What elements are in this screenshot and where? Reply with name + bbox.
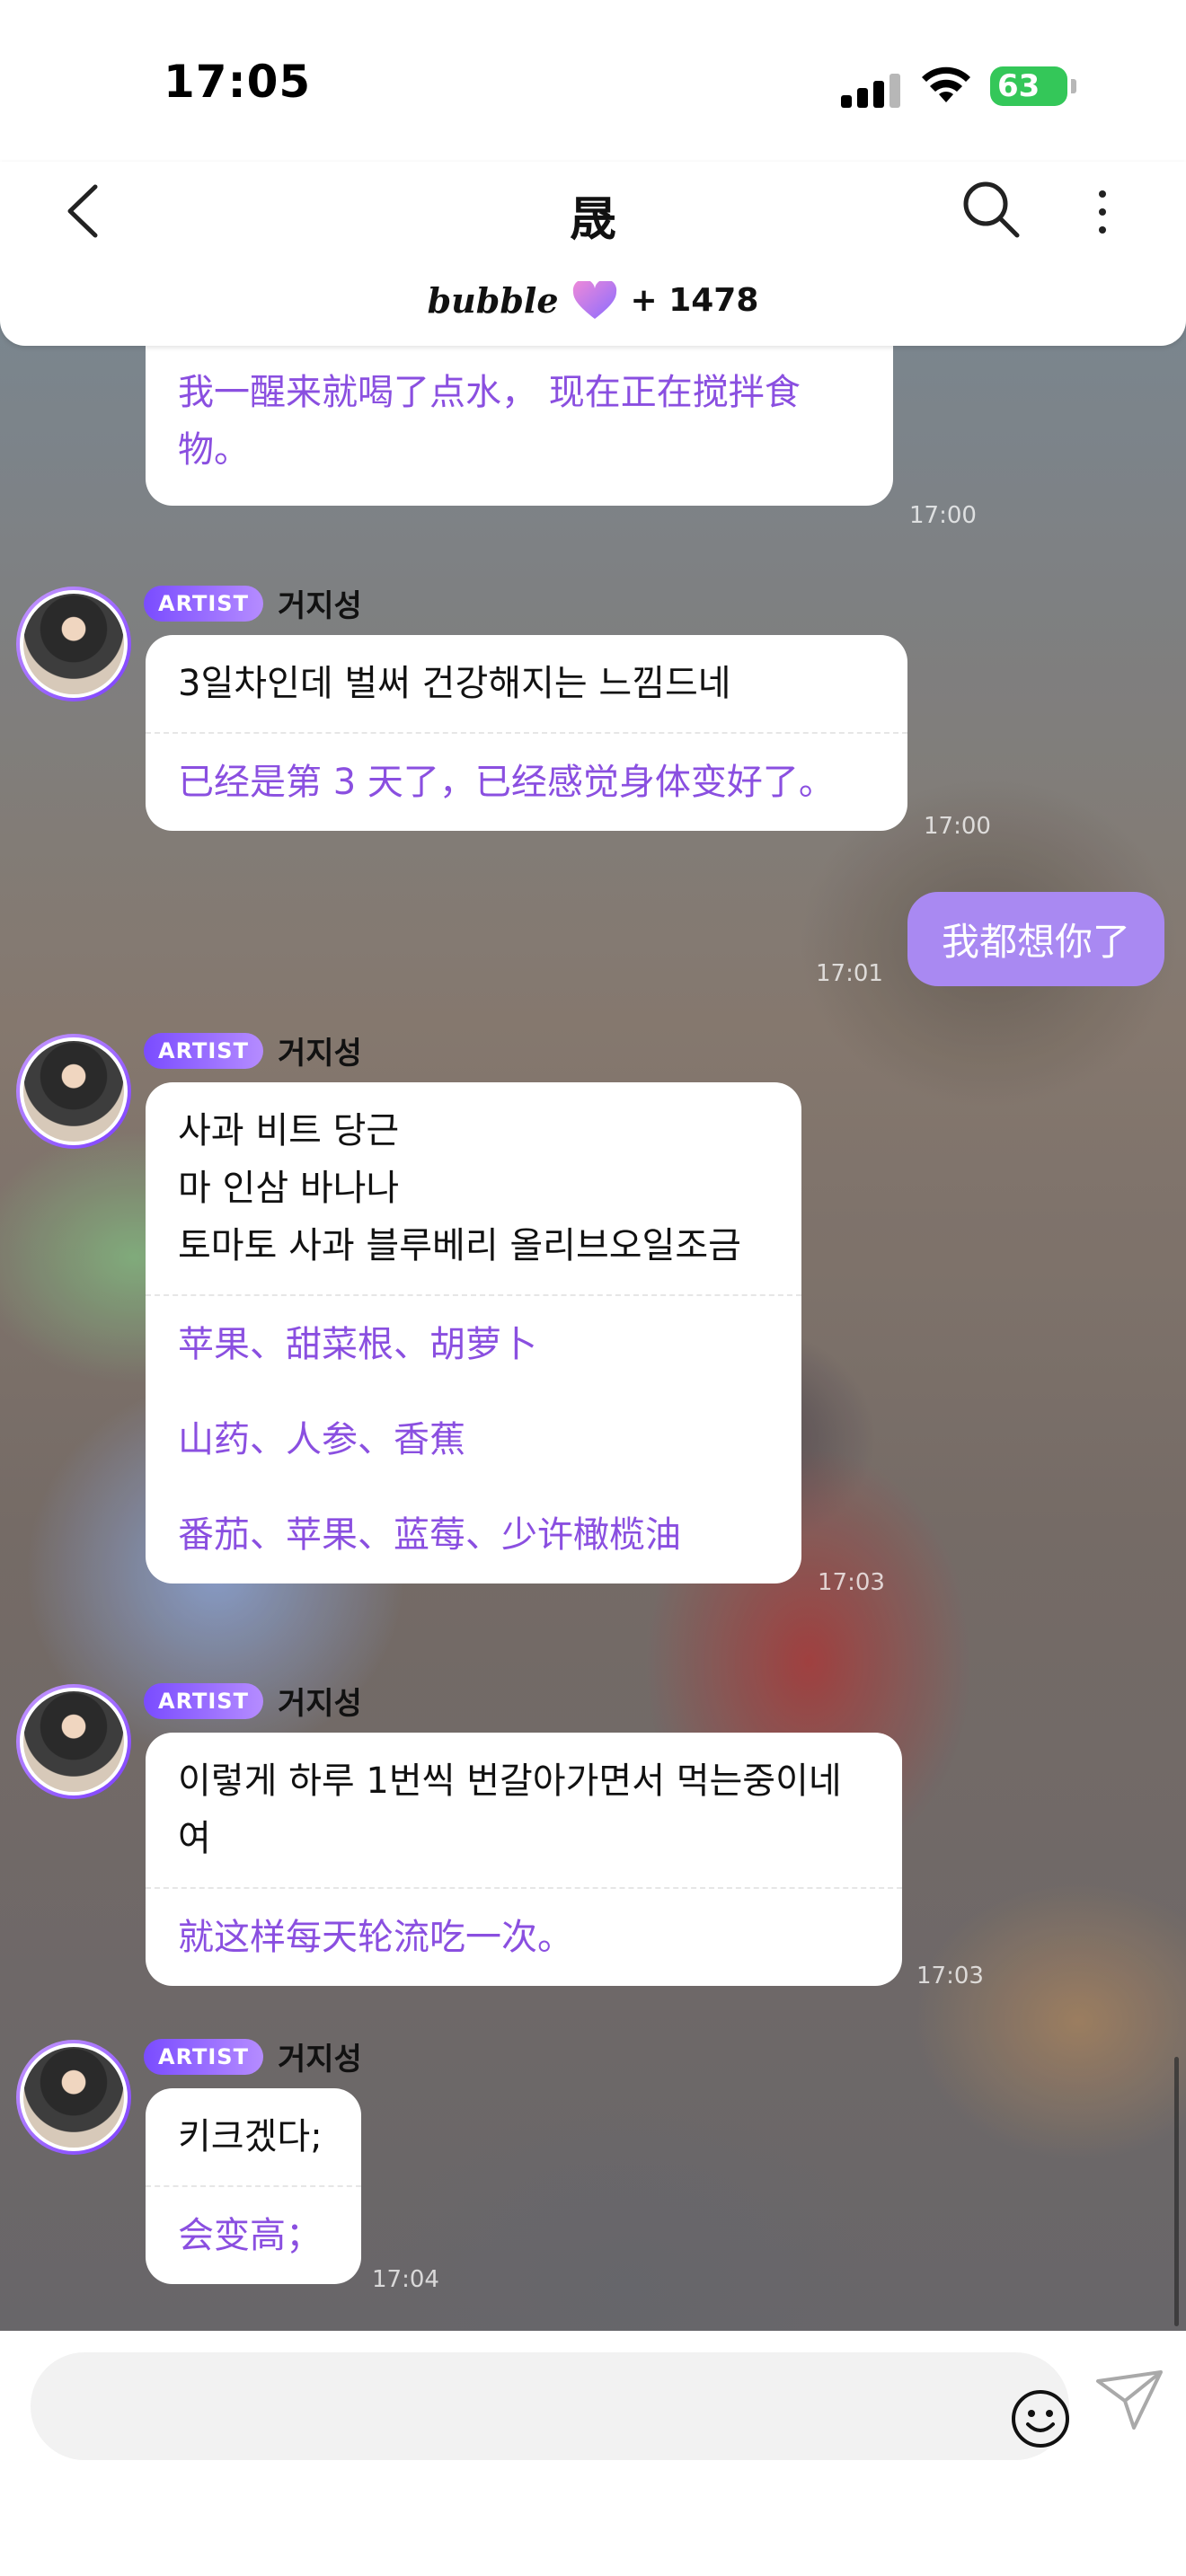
- message-list[interactable]: 我一醒来就喝了点水， 现在正在搅拌食物。 17:00 ARTIST 거지성 3일…: [0, 346, 1186, 2331]
- artist-avatar[interactable]: [16, 2040, 131, 2155]
- message-korean: 이렇게 하루 1번씩 번갈아가면서 먹는중이네여: [178, 1760, 842, 1859]
- more-vertical-icon[interactable]: [1075, 178, 1128, 241]
- subscriber-count: + 1478: [630, 282, 759, 319]
- my-message-bubble[interactable]: 我都想你了: [907, 892, 1164, 986]
- translation-text: 我一醒来就喝了点水， 现在正在搅拌食物。: [178, 372, 801, 471]
- artist-name: 거지성: [277, 1686, 362, 1722]
- message-time: 17:00: [909, 502, 977, 529]
- message-input-bar: [0, 2331, 1186, 2576]
- search-icon[interactable]: [960, 178, 1022, 241]
- artist-avatar[interactable]: [16, 1034, 131, 1149]
- cellular-signal-icon: [841, 72, 900, 108]
- artist-name: 거지성: [277, 1036, 362, 1072]
- artist-badge: ARTIST: [144, 2038, 263, 2075]
- artist-name: 거지성: [277, 588, 362, 624]
- artist-name-row: ARTIST 거지성: [144, 1028, 362, 1072]
- artist-message-bubble[interactable]: 我一醒来就喝了点水， 现在正在搅拌食物。: [146, 346, 893, 506]
- message-input[interactable]: [31, 2352, 1069, 2460]
- translation-line: 山药、人参、香蕉: [178, 1419, 465, 1460]
- message-time: 17:01: [816, 960, 883, 987]
- artist-name-row: ARTIST 거지성: [144, 2034, 362, 2078]
- status-time: 17:05: [164, 56, 312, 108]
- message-translation: 会变高；: [178, 2215, 322, 2256]
- artist-message-bubble[interactable]: 이렇게 하루 1번씩 번갈아가면서 먹는중이네여 就这样每天轮流吃一次。: [146, 1733, 902, 1986]
- korean-line: 마 인삼 바나나: [178, 1168, 400, 1209]
- battery-icon: 63: [990, 66, 1076, 106]
- wifi-icon: [922, 66, 970, 102]
- artist-name: 거지성: [277, 2042, 362, 2078]
- translation-line: 番茄、苹果、蓝莓、少许橄榄油: [178, 1514, 681, 1556]
- message-time: 17:03: [916, 1963, 984, 1989]
- artist-message-bubble[interactable]: 3일차인데 벌써 건강해지는 느낌드네 已经是第 3 天了，已经感觉身体变好了。: [146, 635, 907, 831]
- artist-badge: ARTIST: [144, 1032, 263, 1069]
- chat-header: 晟 bubble + 1478: [0, 162, 1186, 346]
- message-time: 17:03: [818, 1569, 885, 1596]
- message-korean: 키크겠다;: [178, 2116, 323, 2157]
- message-time: 17:00: [924, 813, 991, 840]
- message-korean: 사과 비트 당근 마 인삼 바나나 토마토 사과 블루베리 올리브오일조금: [146, 1082, 801, 1294]
- message-translation: 已经是第 3 天了，已经感觉身体变好了。: [178, 762, 835, 803]
- artist-badge: ARTIST: [144, 585, 263, 622]
- message-translation: 就这样每天轮流吃一次。: [178, 1917, 573, 1958]
- bubble-brand: bubble + 1478: [0, 280, 1186, 321]
- battery-level: 63: [997, 68, 1040, 104]
- artist-message-bubble[interactable]: 사과 비트 당근 마 인삼 바나나 토마토 사과 블루베리 올리브오일조금 苹果…: [146, 1082, 801, 1584]
- paper-plane-icon[interactable]: [1094, 2369, 1164, 2431]
- message-time: 17:04: [372, 2266, 439, 2293]
- korean-line: 토마토 사과 블루베리 올리브오일조금: [178, 1225, 741, 1266]
- heart-icon: [572, 280, 616, 319]
- status-bar: 17:05 63: [0, 0, 1186, 162]
- message-translation: 苹果、甜菜根、胡萝卜 山药、人参、香蕉 番茄、苹果、蓝莓、少许橄榄油: [146, 1296, 801, 1584]
- artist-badge: ARTIST: [144, 1682, 263, 1719]
- artist-avatar[interactable]: [16, 587, 131, 701]
- message-korean: 3일차인데 벌써 건강해지는 느낌드네: [178, 663, 731, 704]
- artist-name-row: ARTIST 거지성: [144, 1679, 362, 1723]
- korean-line: 사과 비트 당근: [178, 1110, 400, 1151]
- translation-line: 苹果、甜菜根、胡萝卜: [178, 1324, 537, 1365]
- artist-message-bubble[interactable]: 키크겠다; 会变高；: [146, 2088, 361, 2284]
- bubble-logo: bubble: [427, 280, 559, 321]
- smiley-icon[interactable]: [1010, 2388, 1071, 2449]
- artist-avatar[interactable]: [16, 1684, 131, 1799]
- message-translation: 我一醒来就喝了点水， 现在正在搅拌食物。: [146, 346, 893, 506]
- scrollbar[interactable]: [1174, 2057, 1179, 2326]
- artist-name-row: ARTIST 거지성: [144, 581, 362, 625]
